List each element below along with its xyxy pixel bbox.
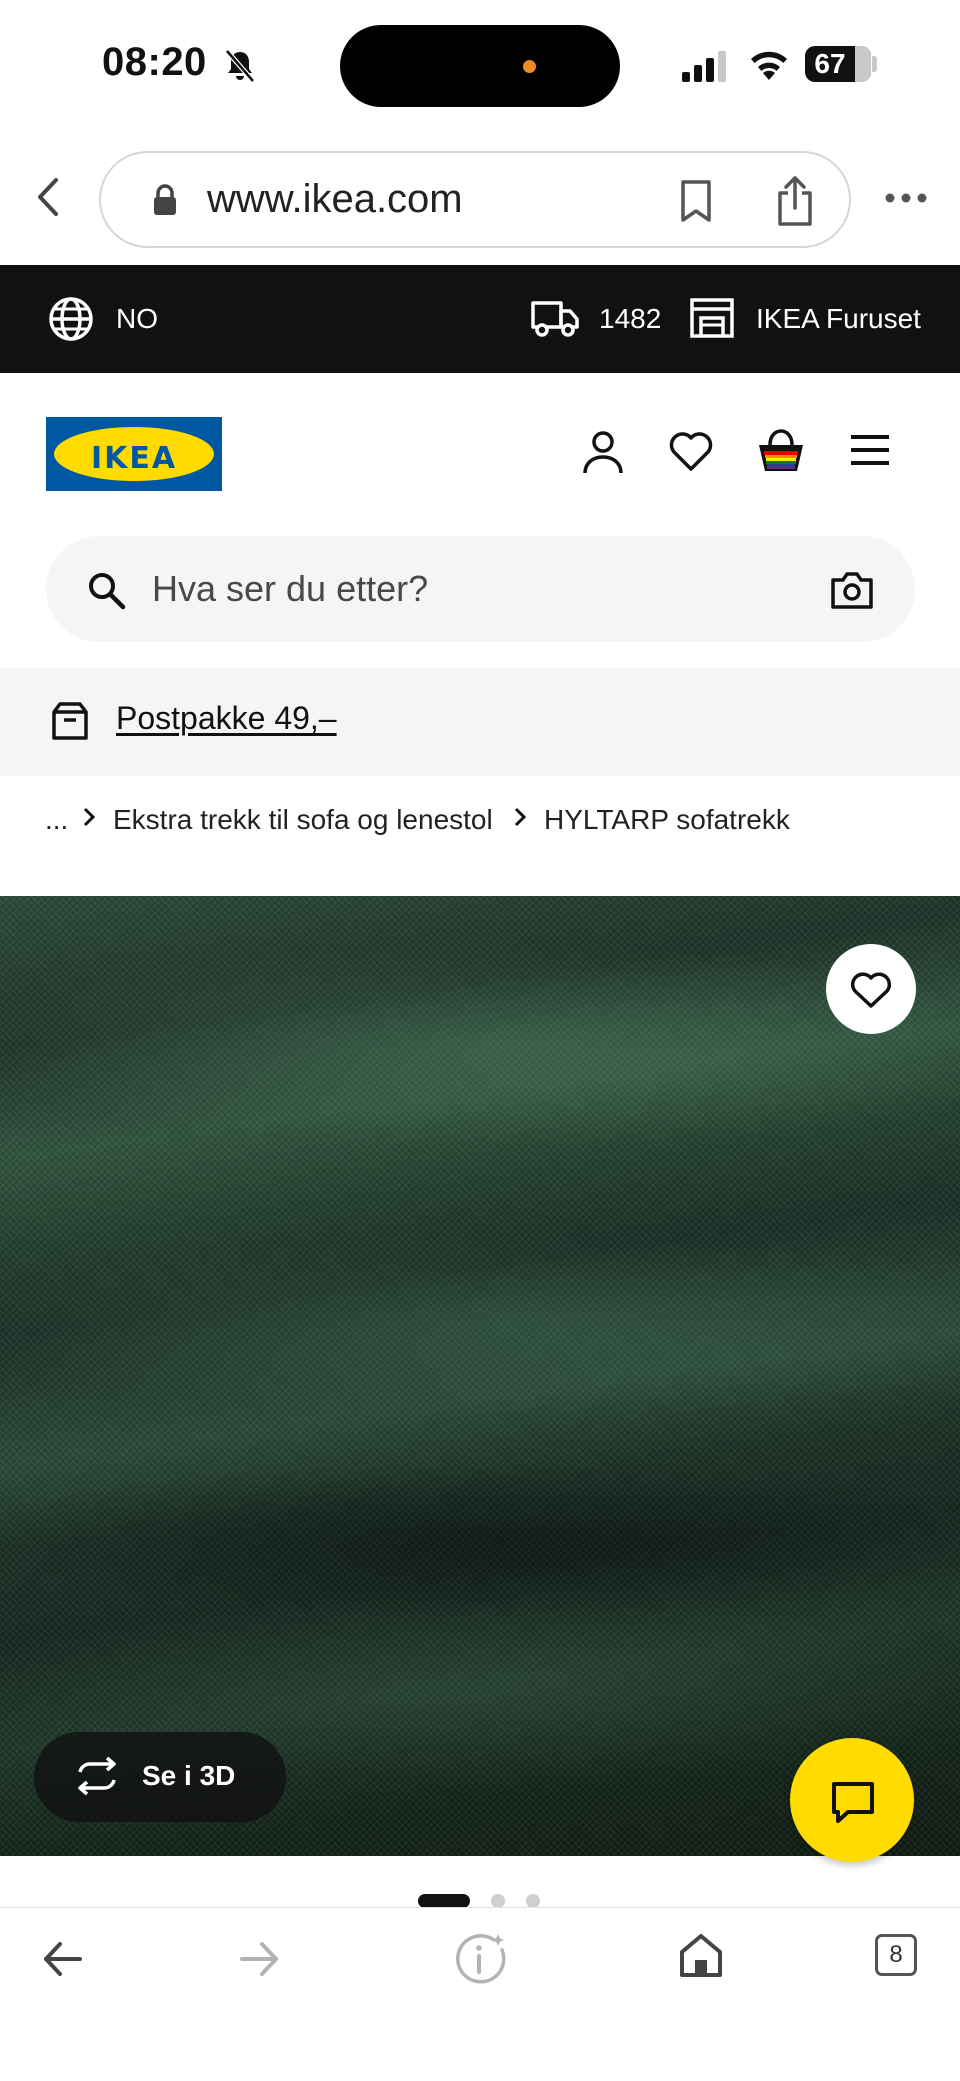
share-icon[interactable] [775, 175, 815, 227]
browser-address-row: www.ikea.com [0, 130, 960, 265]
browser-toolbar: 8 [0, 1907, 960, 2081]
country-selector[interactable]: NO [116, 303, 158, 335]
delivery-truck-icon[interactable] [530, 297, 580, 339]
hamburger-menu-icon[interactable] [848, 433, 892, 467]
carousel-dot-active[interactable] [418, 1894, 470, 1908]
location-bar: NO 1482 IKEA Furuset [0, 265, 960, 373]
promo-banner: Postpakke 49,– [0, 668, 960, 776]
tabs-count: 8 [875, 1934, 917, 1976]
wifi-icon [751, 51, 787, 80]
search-icon[interactable] [86, 570, 126, 610]
search-input[interactable] [152, 536, 832, 642]
more-options-icon[interactable] [884, 190, 928, 206]
privacy-indicator [523, 60, 536, 73]
rotate-3d-icon [78, 1756, 116, 1796]
carousel-dot[interactable] [526, 1894, 540, 1908]
globe-icon[interactable] [47, 295, 95, 343]
bell-muted-icon [225, 49, 255, 83]
address-bar[interactable]: www.ikea.com [99, 151, 851, 248]
camera-search-icon[interactable] [830, 570, 874, 610]
heart-icon [850, 972, 892, 1008]
view-in-3d-button[interactable]: Se i 3D [34, 1732, 286, 1822]
store-icon[interactable] [689, 297, 735, 339]
breadcrumb: ... Ekstra trekk til sofa og lenestol HY… [0, 776, 960, 896]
chevron-left-icon[interactable] [28, 174, 68, 220]
battery-indicator: 67 [805, 46, 871, 82]
home-icon[interactable] [678, 1932, 724, 1978]
delivery-postcode[interactable]: 1482 [599, 303, 661, 335]
site-header: IKEA [0, 373, 960, 668]
parcel-box-icon [52, 702, 88, 740]
dynamic-island [340, 25, 620, 107]
battery-level: 67 [814, 48, 846, 79]
battery-tip [872, 56, 877, 72]
breadcrumb-item-current[interactable]: HYLTARP sofatrekk [544, 804, 790, 836]
chat-bubble-icon [832, 1782, 874, 1823]
shopping-basket-icon[interactable] [756, 425, 806, 475]
chevron-right-icon [83, 807, 96, 827]
favourites-heart-icon[interactable] [668, 429, 714, 473]
lock-icon [154, 184, 176, 215]
url-text: www.ikea.com [207, 177, 463, 221]
profile-icon[interactable] [580, 429, 626, 475]
chat-support-button[interactable] [790, 1738, 914, 1862]
logo-text: IKEA [90, 441, 178, 476]
product-image-fabric[interactable]: Se i 3D [0, 896, 960, 1856]
status-bar: 08:20 67 [0, 0, 960, 130]
back-arrow-icon[interactable] [42, 1938, 84, 1980]
add-to-favourites-button[interactable] [826, 944, 916, 1034]
breadcrumb-ellipsis[interactable]: ... [45, 804, 68, 836]
carousel-dot[interactable] [491, 1894, 505, 1908]
tabs-button[interactable]: 8 [875, 1934, 917, 1976]
breadcrumb-item-extra-covers[interactable]: Ekstra trekk til sofa og lenestol [113, 804, 493, 836]
status-time: 08:20 [102, 40, 207, 84]
cellular-signal-icon [682, 51, 726, 82]
forward-arrow-icon[interactable] [238, 1938, 280, 1980]
chevron-right-icon [514, 807, 527, 827]
selected-store[interactable]: IKEA Furuset [756, 303, 921, 335]
bookmark-icon[interactable] [679, 179, 713, 223]
view-in-3d-label: Se i 3D [142, 1760, 236, 1791]
page-info-icon[interactable] [454, 1932, 508, 1986]
promo-link[interactable]: Postpakke 49,– [116, 700, 337, 737]
ikea-logo[interactable]: IKEA [46, 417, 222, 491]
search-bar[interactable] [46, 536, 915, 642]
